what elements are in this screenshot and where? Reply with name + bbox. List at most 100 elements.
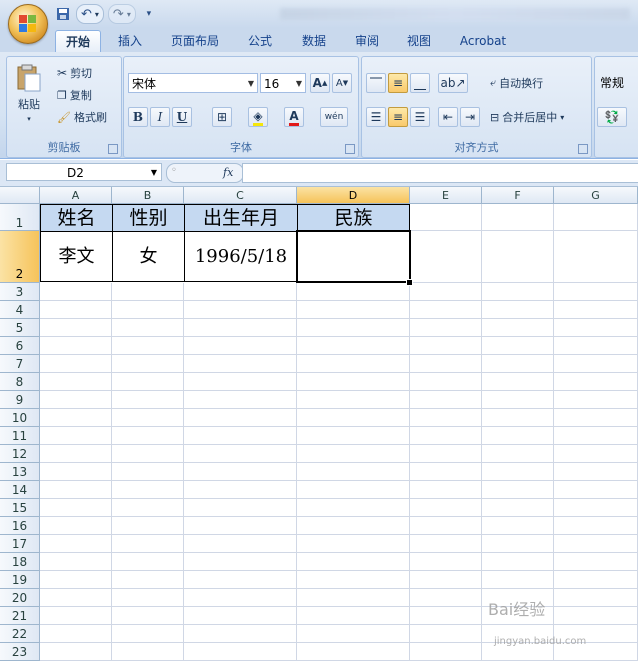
grid-cell[interactable] — [554, 589, 638, 607]
alignment-launcher-icon[interactable] — [578, 144, 588, 154]
number-format-select[interactable]: 常规 — [597, 73, 638, 93]
clipboard-launcher-icon[interactable] — [108, 144, 118, 154]
grid-cell[interactable] — [40, 391, 112, 409]
grid-cell[interactable] — [554, 231, 638, 283]
grid-cell[interactable] — [40, 409, 112, 427]
redo-group[interactable]: ↷ ▾ — [107, 4, 136, 24]
grid-cell[interactable] — [184, 427, 297, 445]
grid-cell[interactable] — [297, 643, 410, 661]
row-header-6[interactable]: 6 — [0, 337, 40, 355]
grid-cell[interactable] — [410, 373, 482, 391]
grid-cell[interactable] — [40, 517, 112, 535]
grid-cell[interactable] — [297, 319, 410, 337]
column-header-b[interactable]: B — [112, 187, 184, 204]
customize-qat-icon[interactable]: ▾ — [140, 5, 158, 23]
grid-cell[interactable] — [554, 517, 638, 535]
grid-cell[interactable] — [482, 445, 554, 463]
grid-cell[interactable] — [297, 535, 410, 553]
font-launcher-icon[interactable] — [345, 144, 355, 154]
grid-cell[interactable] — [297, 283, 410, 301]
grid-cell[interactable] — [184, 607, 297, 625]
grid-cell[interactable] — [184, 517, 297, 535]
row-header-13[interactable]: 13 — [0, 463, 40, 481]
grid-cell[interactable] — [112, 643, 184, 661]
grid-cell[interactable] — [410, 481, 482, 499]
phonetic-button[interactable]: wén — [320, 107, 348, 127]
grid-cell[interactable] — [184, 355, 297, 373]
grid-cell[interactable] — [112, 319, 184, 337]
tab-view[interactable]: 视图 — [397, 30, 441, 52]
paste-dropdown-icon[interactable]: ▾ — [27, 115, 31, 123]
grid-cell[interactable] — [184, 409, 297, 427]
grid-cell[interactable] — [40, 571, 112, 589]
grid-cell[interactable] — [297, 607, 410, 625]
undo-dropdown-icon[interactable]: ▾ — [95, 10, 99, 19]
decrease-indent-button[interactable]: ⇤ — [438, 107, 458, 127]
font-color-button[interactable]: A — [284, 107, 304, 127]
grid-cell[interactable] — [554, 204, 638, 231]
grid-cell[interactable] — [112, 355, 184, 373]
row-header-14[interactable]: 14 — [0, 481, 40, 499]
grid-cell[interactable] — [482, 391, 554, 409]
grid-cell[interactable] — [554, 607, 638, 625]
fill-color-button[interactable]: ◈ — [248, 107, 268, 127]
grid-cell[interactable] — [184, 283, 297, 301]
grid-cell[interactable] — [40, 319, 112, 337]
wrap-text-button[interactable]: ⤶ 自动换行 — [490, 75, 543, 91]
row-header-22[interactable]: 22 — [0, 625, 40, 643]
grid-cell[interactable] — [554, 427, 638, 445]
row-header-21[interactable]: 21 — [0, 607, 40, 625]
grid-cell[interactable] — [410, 204, 482, 231]
grid-cell[interactable] — [410, 463, 482, 481]
grid-cell[interactable] — [112, 553, 184, 571]
grid-cell[interactable] — [297, 445, 410, 463]
grid-cell[interactable] — [297, 355, 410, 373]
grid-cell[interactable] — [410, 427, 482, 445]
grid-cell[interactable] — [482, 463, 554, 481]
row-header-4[interactable]: 4 — [0, 301, 40, 319]
grid-cell[interactable] — [482, 283, 554, 301]
grid-cell[interactable] — [410, 355, 482, 373]
column-header-e[interactable]: E — [410, 187, 482, 204]
grid-cell[interactable] — [112, 571, 184, 589]
cell-a1[interactable]: 姓名 — [40, 204, 113, 232]
grid-cell[interactable] — [410, 391, 482, 409]
grid-cell[interactable] — [112, 409, 184, 427]
grid-cell[interactable] — [482, 499, 554, 517]
grid-cell[interactable] — [482, 204, 554, 231]
increase-indent-button[interactable]: ⇥ — [460, 107, 480, 127]
grid-cell[interactable] — [410, 283, 482, 301]
grid-cell[interactable] — [112, 283, 184, 301]
formula-input[interactable] — [242, 163, 638, 183]
grid-cell[interactable] — [297, 481, 410, 499]
row-header-16[interactable]: 16 — [0, 517, 40, 535]
grid-cell[interactable] — [554, 319, 638, 337]
grid-cell[interactable] — [482, 427, 554, 445]
grid-cell[interactable] — [297, 391, 410, 409]
grid-cell[interactable] — [184, 553, 297, 571]
tab-data[interactable]: 数据 — [292, 30, 336, 52]
copy-button[interactable]: ❐ 复制 — [57, 87, 92, 103]
italic-button[interactable]: I — [150, 107, 170, 127]
grid-cell[interactable] — [297, 373, 410, 391]
underline-button[interactable]: U — [172, 107, 192, 127]
grid-cell[interactable] — [410, 553, 482, 571]
fill-handle[interactable] — [406, 279, 413, 286]
cell-c1[interactable]: 出生年月 — [184, 204, 298, 232]
column-header-c[interactable]: C — [184, 187, 297, 204]
grid-cell[interactable] — [410, 301, 482, 319]
grid-cell[interactable] — [410, 231, 482, 283]
tab-page-layout[interactable]: 页面布局 — [164, 30, 226, 52]
grid-cell[interactable] — [40, 535, 112, 553]
grid-cell[interactable] — [184, 319, 297, 337]
row-header-23[interactable]: 23 — [0, 643, 40, 661]
accounting-format-button[interactable]: 💱 — [597, 107, 627, 127]
grid-cell[interactable] — [410, 643, 482, 661]
row-header-7[interactable]: 7 — [0, 355, 40, 373]
grid-cell[interactable] — [410, 589, 482, 607]
grid-cell[interactable] — [40, 481, 112, 499]
grid-cell[interactable] — [184, 301, 297, 319]
office-button[interactable] — [8, 4, 48, 44]
cell-a2[interactable]: 李文 — [40, 231, 113, 282]
tab-home[interactable]: 开始 — [55, 30, 101, 53]
